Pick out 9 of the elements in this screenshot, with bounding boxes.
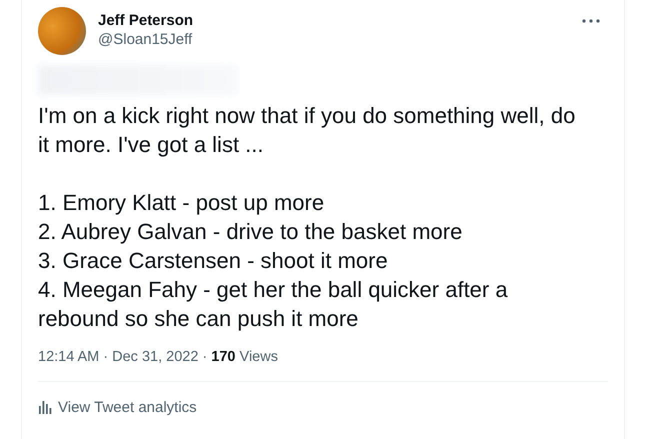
tweet-text: 1. Emory Klatt - post up more 2. Aubrey Galvan - drive to the basket more 3. Grace Carstensen - shoot it more 4. Meegan Fahy - get her the ball quicker after a rebound so she can push it more — [38, 189, 509, 333]
author-handle[interactable]: @Sloan15Jeff — [98, 31, 582, 48]
tweet-timestamp: 12:14 AM · Dec 31, 2022 · 170 Views — [38, 349, 279, 365]
view-analytics-link[interactable]: View Tweet analytics — [58, 398, 197, 416]
author-name[interactable]: Jeff Peterson — [98, 12, 582, 29]
more-options-icon[interactable] — [582, 19, 600, 23]
analytics-icon — [38, 400, 52, 414]
avatar-photo-placeholder[interactable] — [38, 7, 86, 55]
tweet-text: I'm on a kick right now that if you do something well, do it more. I've got a list ... — [38, 102, 576, 159]
